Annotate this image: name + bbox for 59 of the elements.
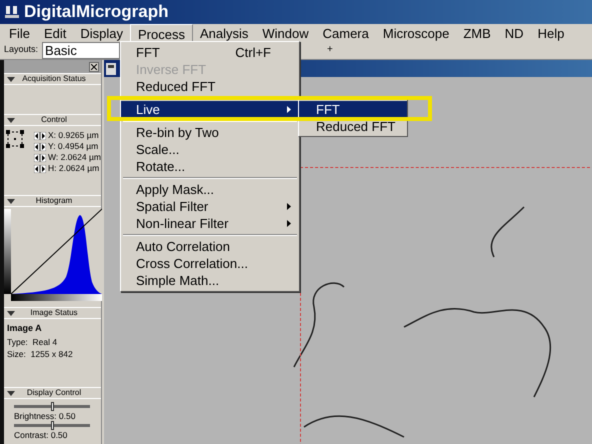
- menu-option[interactable]: Apply Mask...: [121, 181, 299, 198]
- image-info: Size: 1255 x 842: [7, 348, 74, 361]
- slider-thumb[interactable]: [50, 402, 54, 411]
- slider-thumb[interactable]: [50, 421, 54, 430]
- stepper-icon[interactable]: [34, 154, 46, 162]
- panel-header[interactable]: Histogram: [4, 195, 101, 207]
- menu-option[interactable]: Spatial Filter: [121, 198, 299, 215]
- menu-option[interactable]: FFT Ctrl+F: [121, 44, 299, 61]
- panel-header[interactable]: Display Control: [4, 387, 101, 399]
- menu-option[interactable]: Live: [121, 101, 299, 118]
- menu-item[interactable]: Analysis: [192, 24, 256, 41]
- document-icon: [106, 62, 116, 74]
- menu-item[interactable]: File: [2, 24, 37, 41]
- slider-label: Brightness: 0.50: [14, 411, 76, 421]
- menu-option[interactable]: Rotate...: [121, 158, 299, 175]
- coordinate-text: X: 0.9265 µm: [48, 129, 99, 142]
- stepper-icon[interactable]: [34, 132, 46, 140]
- panel-header[interactable]: Image Status: [4, 307, 101, 319]
- menu-item[interactable]: Edit: [36, 24, 74, 41]
- layout-field[interactable]: Basic: [42, 42, 120, 58]
- layouts-label: Layouts:: [4, 43, 38, 56]
- image-name: Image A: [7, 322, 43, 335]
- menu-item[interactable]: Camera: [316, 24, 376, 41]
- menu-option[interactable]: Reduced FFT: [299, 118, 407, 135]
- slider-label: Contrast: 0.50: [14, 430, 68, 440]
- window-title: DigitalMicrograph: [24, 1, 169, 24]
- menu-option[interactable]: Scale...: [121, 141, 299, 158]
- slider-track[interactable]: [14, 405, 90, 408]
- menu-option[interactable]: FFT: [299, 101, 407, 118]
- menu-option[interactable]: Re-bin by Two: [121, 124, 299, 141]
- coordinate-text: W: 2.0624 µm: [48, 151, 101, 164]
- panel-header[interactable]: Acquisition Status: [4, 73, 101, 85]
- menu-option[interactable]: Simple Math...: [121, 272, 299, 289]
- coordinate-text: H: 2.0624 µm: [48, 162, 100, 175]
- triangle-icon: [7, 198, 15, 204]
- triangle-icon: [7, 390, 15, 396]
- menu-item[interactable]: Process: [130, 24, 193, 41]
- stepper-icon[interactable]: [34, 164, 46, 172]
- menu-item[interactable]: Window: [255, 24, 316, 41]
- slider-track[interactable]: [14, 424, 90, 427]
- triangle-icon: [7, 76, 15, 82]
- menu-option[interactable]: Reduced FFT: [121, 78, 299, 95]
- menu-option[interactable]: Non-linear Filter: [121, 215, 299, 232]
- panel-header[interactable]: Control: [4, 114, 101, 126]
- coordinate-text: Y: 0.4954 µm: [48, 140, 98, 153]
- add-layout-button[interactable]: +: [323, 43, 337, 57]
- menu-item[interactable]: Help: [530, 24, 572, 41]
- menu-item[interactable]: Microscope: [376, 24, 456, 41]
- menu-item[interactable]: ND: [498, 24, 531, 41]
- menu-item[interactable]: ZMB: [456, 24, 498, 41]
- menu-option[interactable]: Auto Correlation: [121, 238, 299, 255]
- triangle-icon: [7, 310, 15, 316]
- selection-box-icon: [6, 130, 24, 148]
- triangle-icon: [7, 118, 15, 122]
- image-info: Type: Real 4: [7, 336, 58, 348]
- stepper-icon[interactable]: [34, 142, 46, 150]
- menu-option[interactable]: Cross Correlation...: [121, 255, 299, 272]
- menu-item[interactable]: Display: [73, 24, 130, 41]
- close-icon[interactable]: [89, 62, 99, 72]
